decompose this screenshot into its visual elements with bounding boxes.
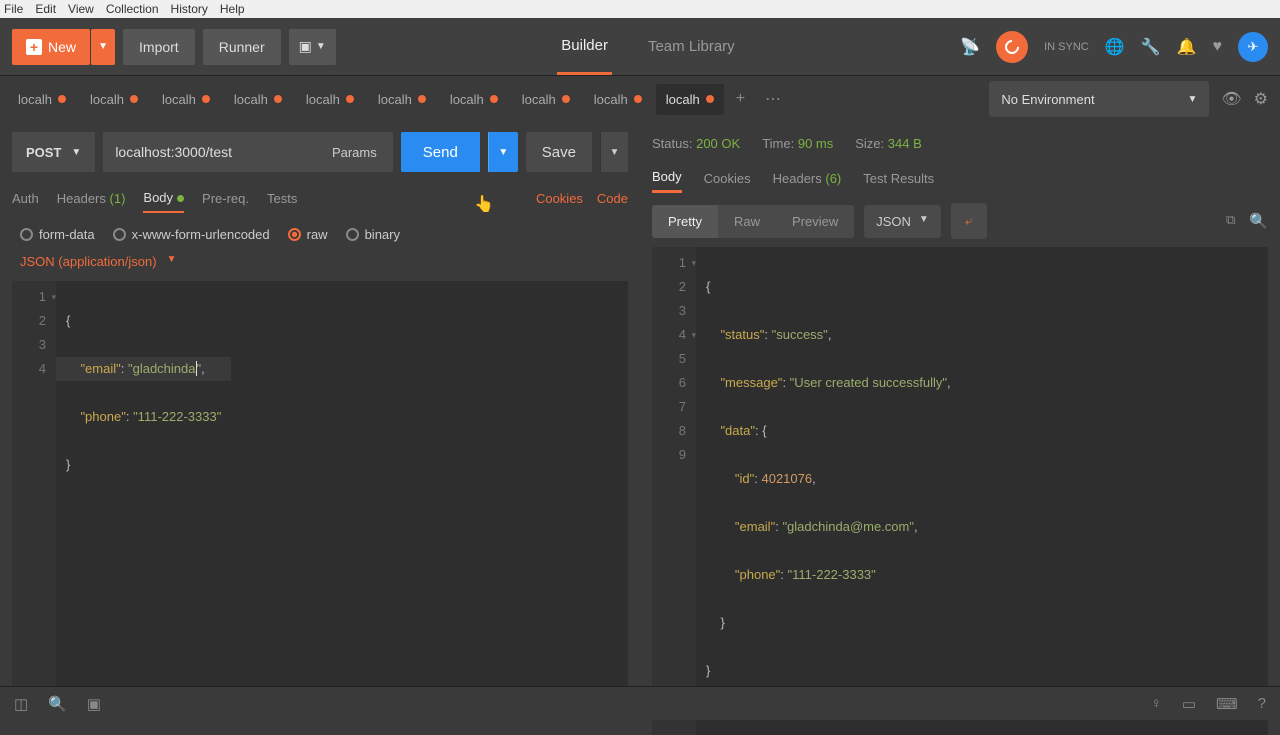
user-avatar[interactable]: ✈	[1238, 32, 1268, 62]
add-tab-button[interactable]: +	[728, 82, 753, 116]
gear-icon[interactable]: ⚙	[1254, 89, 1268, 109]
view-pretty[interactable]: Pretty	[652, 205, 718, 238]
menu-collection[interactable]: Collection	[106, 2, 159, 16]
radio-form-data[interactable]: form-data	[20, 227, 95, 242]
request-tab-9[interactable]: localh	[656, 84, 724, 115]
request-subtabs: Auth Headers (1) Body Pre-req. Tests Coo…	[12, 184, 628, 213]
wrap-button[interactable]: ⤶	[951, 203, 987, 239]
question-icon[interactable]: ?	[1258, 695, 1266, 713]
status-bar: ◫ 🔍 ▣ ♀ ▭ ⌨ ?	[0, 686, 1280, 720]
request-tab-0[interactable]: localh	[8, 84, 76, 115]
radio-urlencoded[interactable]: x-www-form-urlencoded	[113, 227, 270, 242]
link-code[interactable]: Code	[597, 191, 628, 206]
request-tab-5[interactable]: localh	[368, 84, 436, 115]
request-pane: POST▼ Params Send ▼ Save ▼ Auth Headers …	[0, 122, 640, 712]
resp-tab-tests[interactable]: Test Results	[863, 165, 934, 192]
save-button[interactable]: Save	[526, 132, 592, 172]
sync-label: IN SYNC	[1044, 41, 1089, 53]
environment-selector[interactable]: No Environment▼	[989, 81, 1209, 117]
response-tabs: Body Cookies Headers (6) Test Results	[652, 163, 1268, 193]
request-tab-6[interactable]: localh	[440, 84, 508, 115]
subtab-tests[interactable]: Tests	[267, 185, 297, 212]
send-button[interactable]: Send	[401, 132, 480, 172]
request-tab-7[interactable]: localh	[512, 84, 580, 115]
menu-help[interactable]: Help	[220, 2, 245, 16]
satellite-icon[interactable]: 📡	[960, 37, 980, 57]
tab-team-library[interactable]: Team Library	[644, 20, 739, 73]
subtab-prereq[interactable]: Pre-req.	[202, 185, 249, 212]
resp-tab-body[interactable]: Body	[652, 163, 682, 193]
link-cookies[interactable]: Cookies	[536, 191, 583, 206]
sync-indicator[interactable]	[996, 31, 1028, 63]
params-button[interactable]: Params	[316, 132, 393, 172]
response-pane: Status: 200 OK Time: 90 ms Size: 344 B B…	[640, 122, 1280, 712]
content-type-selector[interactable]: JSON (application/json)▼	[12, 248, 628, 275]
request-tab-1[interactable]: localh	[80, 84, 148, 115]
menu-edit[interactable]: Edit	[35, 2, 56, 16]
environment-bar: localh localh localh localh localh local…	[0, 76, 1280, 122]
request-tab-4[interactable]: localh	[296, 84, 364, 115]
status-row: Status: 200 OK Time: 90 ms Size: 344 B	[652, 132, 1268, 163]
radio-binary[interactable]: binary	[346, 227, 400, 242]
tab-overflow-button[interactable]: ⋯	[757, 81, 789, 117]
bell-icon[interactable]: 🔔	[1177, 37, 1197, 57]
menu-file[interactable]: File	[4, 2, 23, 16]
request-tabs: localh localh localh localh localh local…	[0, 76, 977, 122]
pane-icon[interactable]: ▭	[1182, 695, 1196, 713]
runner-button[interactable]: Runner	[203, 29, 281, 65]
request-tab-3[interactable]: localh	[224, 84, 292, 115]
search-icon[interactable]: 🔍	[1249, 212, 1268, 230]
subtab-headers[interactable]: Headers (1)	[57, 185, 126, 212]
eye-icon[interactable]: 👁	[1221, 89, 1241, 109]
app-menubar: File Edit View Collection History Help	[0, 0, 1280, 18]
sidebar-toggle-icon[interactable]: ◫	[14, 695, 28, 713]
copy-icon[interactable]: ⧉	[1226, 212, 1235, 230]
find-icon[interactable]: 🔍	[48, 695, 67, 713]
resp-tab-headers[interactable]: Headers (6)	[773, 165, 842, 192]
radio-raw[interactable]: raw	[288, 227, 328, 242]
new-label: New	[48, 39, 76, 55]
heart-icon[interactable]: ♥	[1213, 38, 1223, 56]
request-tab-2[interactable]: localh	[152, 84, 220, 115]
top-toolbar: + New ▼ Import Runner ▣ ▼ Builder Team L…	[0, 18, 1280, 76]
window-button[interactable]: ▣ ▼	[289, 29, 336, 65]
import-button[interactable]: Import	[123, 29, 195, 65]
new-dropdown-caret[interactable]: ▼	[91, 29, 115, 65]
send-dropdown[interactable]: ▼	[488, 132, 518, 172]
wrench-icon[interactable]: 🔧	[1141, 37, 1161, 57]
resp-tab-cookies[interactable]: Cookies	[704, 165, 751, 192]
method-selector[interactable]: POST▼	[12, 132, 95, 172]
view-preview[interactable]: Preview	[776, 205, 854, 238]
view-raw[interactable]: Raw	[718, 205, 776, 238]
help-icon[interactable]: ♀	[1151, 695, 1162, 713]
body-type-row: form-data x-www-form-urlencoded raw bina…	[12, 227, 628, 242]
keyboard-icon[interactable]: ⌨	[1216, 695, 1238, 713]
response-toolbar: Pretty Raw Preview JSON▼ ⤶ ⧉ 🔍	[652, 203, 1268, 239]
save-dropdown[interactable]: ▼	[600, 132, 628, 172]
plus-icon: +	[26, 39, 42, 55]
response-body-viewer[interactable]: 123456789 { "status": "success", "messag…	[652, 247, 1268, 735]
menu-view[interactable]: View	[68, 2, 94, 16]
tab-builder[interactable]: Builder	[557, 19, 612, 75]
menu-history[interactable]: History	[171, 2, 208, 16]
subtab-body[interactable]: Body	[143, 184, 184, 213]
globe-icon[interactable]: 🌐	[1105, 37, 1125, 57]
subtab-auth[interactable]: Auth	[12, 185, 39, 212]
request-body-editor[interactable]: 1234 { "email": "gladchinda", "phone": "…	[12, 281, 628, 702]
response-type-selector[interactable]: JSON▼	[864, 205, 941, 238]
new-button[interactable]: + New	[12, 29, 90, 65]
console-icon[interactable]: ▣	[87, 695, 101, 713]
request-tab-8[interactable]: localh	[584, 84, 652, 115]
url-input[interactable]	[103, 132, 316, 172]
